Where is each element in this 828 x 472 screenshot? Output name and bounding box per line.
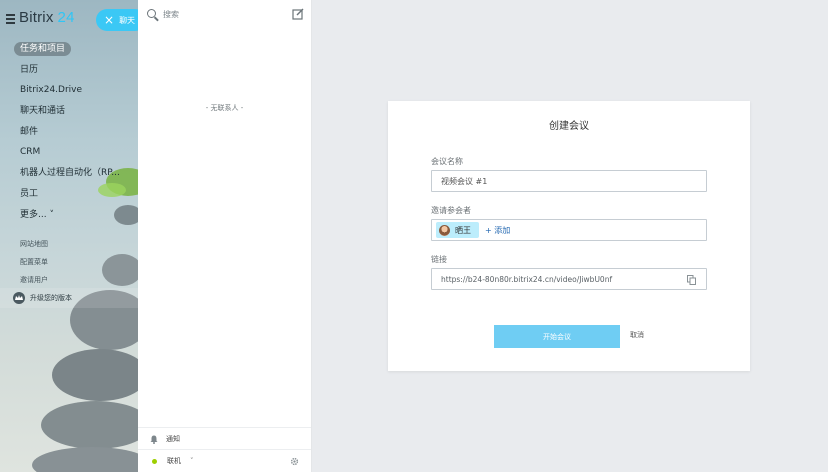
menu-item-invite[interactable]: 邀请用户 [0, 271, 138, 289]
menu-item-sitemap[interactable]: 网站地图 [0, 235, 138, 253]
crown-icon [13, 292, 25, 304]
participant-chip[interactable]: 晒王 [436, 222, 479, 238]
compose-icon[interactable] [292, 8, 304, 20]
meeting-name-input[interactable]: 视频会议 #1 [431, 170, 707, 192]
add-participant-link[interactable]: + 添加 [485, 225, 510, 236]
start-meeting-button[interactable]: 开始会议 [494, 325, 620, 348]
chevron-down-icon[interactable]: ˅ [190, 457, 194, 465]
gear-icon[interactable] [290, 457, 299, 466]
menu-item-crm[interactable]: CRM [0, 142, 138, 163]
meeting-link-field[interactable]: https://b24-80n80r.bitrix24.cn/video/Jiw… [431, 268, 707, 290]
menu-item-rpa[interactable]: 机器人过程自动化（RP... [0, 163, 138, 184]
main-menu: 任务和项目 日历 Bitrix24.Drive 聊天和通话 邮件 CRM 机器人… [0, 39, 138, 225]
notifications-label: 通知 [166, 435, 180, 443]
meeting-name-label: 会议名称 [431, 157, 463, 166]
secondary-menu: 网站地图 配置菜单 邀请用户 [0, 235, 138, 289]
participant-name: 晒王 [455, 225, 471, 235]
close-icon: × [104, 13, 115, 27]
create-meeting-dialog: 创建会议 会议名称 视频会议 #1 邀请参会者 晒王 + 添加 链接 https… [388, 101, 750, 371]
notifications-row[interactable]: 通知 [138, 427, 311, 450]
contacts-panel: - 无联系人 - 通知 联机 ˅ [138, 0, 312, 472]
left-sidebar: Bitrix 24 任务和项目 日历 Bitrix24.Drive 聊天和通话 邮… [0, 0, 138, 472]
dialog-title: 创建会议 [549, 121, 589, 132]
menu-item-configure[interactable]: 配置菜单 [0, 253, 138, 271]
search-icon [147, 9, 156, 18]
status-selector[interactable]: 联机 [167, 456, 181, 466]
status-row: 联机 ˅ [138, 449, 311, 472]
search-input[interactable] [163, 7, 283, 21]
avatar [439, 224, 450, 236]
meeting-link-value: https://b24-80n80r.bitrix24.cn/video/Jiw… [441, 274, 613, 284]
menu-item-more[interactable]: 更多... ˅ [0, 205, 138, 226]
invite-participants-label: 邀请参会者 [431, 206, 471, 215]
bitrix24-logo[interactable]: Bitrix 24 [19, 9, 75, 26]
menu-item-tasks[interactable]: 任务和项目 [0, 39, 138, 60]
online-status-dot [152, 458, 157, 464]
bell-icon [150, 435, 158, 444]
menu-item-employees[interactable]: 员工 [0, 184, 138, 205]
empty-contacts-text: - 无联系人 - [205, 104, 244, 112]
upgrade-label: 升级您的版本 [30, 294, 72, 302]
meeting-name-value: 视频会议 #1 [441, 176, 488, 186]
link-label: 链接 [431, 255, 447, 264]
menu-item-chat-calls[interactable]: 聊天和通话 [0, 101, 138, 122]
menu-item-drive[interactable]: Bitrix24.Drive [0, 80, 138, 101]
cancel-button[interactable]: 取消 [630, 330, 644, 340]
participants-field[interactable]: 晒王 + 添加 [431, 219, 707, 241]
menu-item-calendar[interactable]: 日历 [0, 60, 138, 81]
hamburger-icon[interactable] [6, 14, 15, 26]
search-bar [138, 0, 311, 28]
menu-item-mail[interactable]: 邮件 [0, 122, 138, 143]
upgrade-button[interactable]: 升级您的版本 [0, 288, 138, 308]
chat-pill-label: 聊天 [119, 15, 136, 25]
copy-icon[interactable] [687, 275, 696, 285]
